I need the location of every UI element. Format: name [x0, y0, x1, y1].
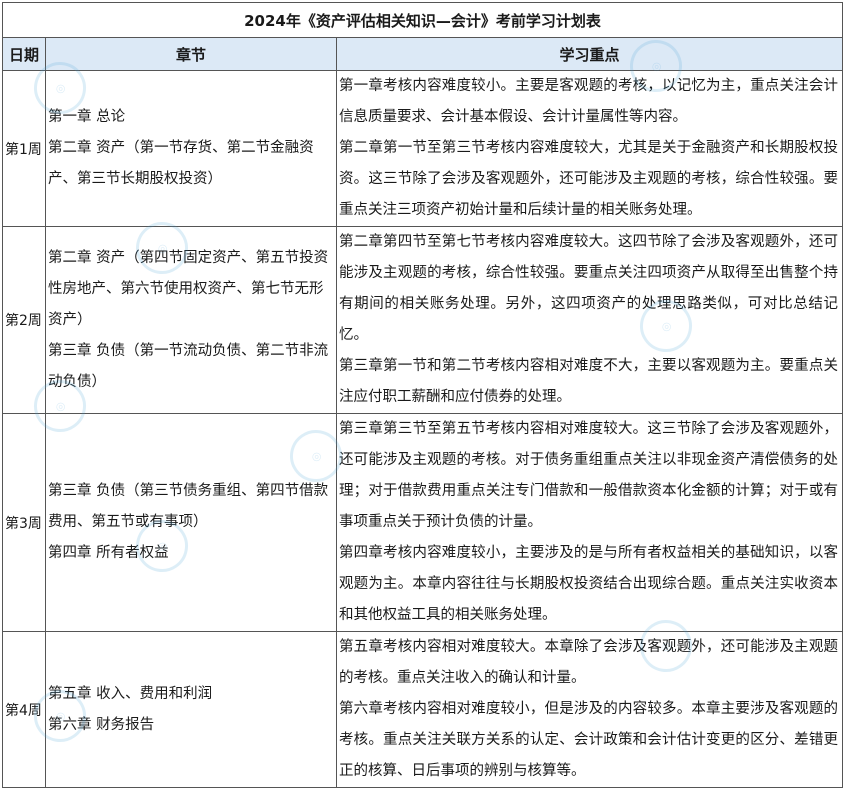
focus-cell: 第三章第三节至第五节考核内容相对难度较大。这三节除了会涉及客观题外，还可能涉及主…: [335, 413, 844, 632]
chapter-item: 第四章 所有者权益: [48, 545, 169, 561]
chapter-item: 第五章 收入、费用和利润: [48, 685, 213, 702]
table-title: 2024年《资产评估相关知识—会计》考前学习计划表: [1, 2, 844, 38]
focus-cell: 第五章考核内容相对难度较大。本章除了会涉及客观题外，还可能涉及主观题的考核。重点…: [335, 631, 844, 788]
chapter-item: 第二章 资产（第一节存货、第二节金融资产、第三节长期股权投资）: [48, 140, 314, 187]
table-row-week4: 第4周 第五章 收入、费用和利润 第六章 财务报告 第五章考核内容相对难度较大。…: [2, 631, 844, 788]
header-chapter: 章节: [45, 37, 337, 71]
table-row-week1: 第1周 第一章 总论 第二章 资产（第一节存货、第二节金融资产、第三节长期股权投…: [2, 70, 844, 227]
chapter-item: 第三章 负债（第三节债务重组、第四节借款费用、第五节或有事项）: [48, 483, 329, 530]
study-plan-table: 2024年《资产评估相关知识—会计》考前学习计划表 日期 章节 学习重点 第1周…: [1, 2, 844, 788]
focus-paragraph: 第一章考核内容难度较小。主要是客观题的考核，以记忆为主，重点关注会计信息质量要求…: [339, 78, 839, 125]
focus-paragraph: 第二章第一节至第三节考核内容难度较大，尤其是关于金融资产和长期股权投资。这三节除…: [339, 140, 839, 218]
focus-paragraph: 第六章考核内容相对难度较小，但是涉及的内容较多。本章主要涉及客观题的考核。重点关…: [339, 701, 839, 779]
focus-paragraph: 第三章第三节至第五节考核内容相对难度较大。这三节除了会涉及客观题外，还可能涉及主…: [339, 421, 839, 530]
header-date: 日期: [2, 37, 46, 71]
chapter-cell: 第三章 负债（第三节债务重组、第四节借款费用、第五节或有事项） 第四章 所有者权…: [45, 413, 337, 632]
focus-paragraph: 第五章考核内容相对难度较大。本章除了会涉及客观题外，还可能涉及主观题的考核。重点…: [339, 639, 839, 686]
chapter-cell: 第一章 总论 第二章 资产（第一节存货、第二节金融资产、第三节长期股权投资）: [45, 70, 337, 227]
focus-paragraph: 第三章第一节和第二节考核内容相对难度不大，主要以客观题为主。要重点关注应付职工薪…: [339, 358, 839, 405]
table-row-week2: 第2周 第二章 资产（第四节固定资产、第五节投资性房地产、第六节使用权资产、第七…: [2, 226, 844, 414]
chapter-item: 第二章 资产（第四节固定资产、第五节投资性房地产、第六节使用权资产、第七节无形资…: [48, 249, 329, 328]
focus-paragraph: 第四章考核内容难度较小，主要涉及的是与所有者权益相关的基础知识，以客观题为主。本…: [339, 545, 839, 623]
header-row: 日期 章节 学习重点: [2, 37, 844, 71]
chapter-item: 第三章 负债（第一节流动负债、第二节非流动负债）: [48, 342, 329, 390]
table-row-week3: 第3周 第三章 负债（第三节债务重组、第四节借款费用、第五节或有事项） 第四章 …: [2, 413, 844, 632]
week-cell: 第2周: [2, 226, 46, 414]
chapter-cell: 第二章 资产（第四节固定资产、第五节投资性房地产、第六节使用权资产、第七节无形资…: [45, 226, 337, 414]
chapter-item: 第一章 总论: [48, 109, 126, 125]
chapter-item: 第六章 财务报告: [48, 716, 155, 733]
week-cell: 第3周: [2, 413, 46, 632]
focus-paragraph: 第二章第四节至第七节考核内容难度较大。这四节除了会涉及客观题外，还可能涉及主观题…: [339, 234, 839, 343]
header-focus: 学习重点: [335, 37, 844, 71]
focus-cell: 第二章第四节至第七节考核内容难度较大。这四节除了会涉及客观题外，还可能涉及主观题…: [335, 226, 844, 414]
week-cell: 第4周: [2, 631, 46, 788]
focus-cell: 第一章考核内容难度较小。主要是客观题的考核，以记忆为主，重点关注会计信息质量要求…: [335, 70, 844, 227]
week-cell: 第1周: [2, 70, 46, 227]
chapter-cell: 第五章 收入、费用和利润 第六章 财务报告: [45, 631, 337, 788]
